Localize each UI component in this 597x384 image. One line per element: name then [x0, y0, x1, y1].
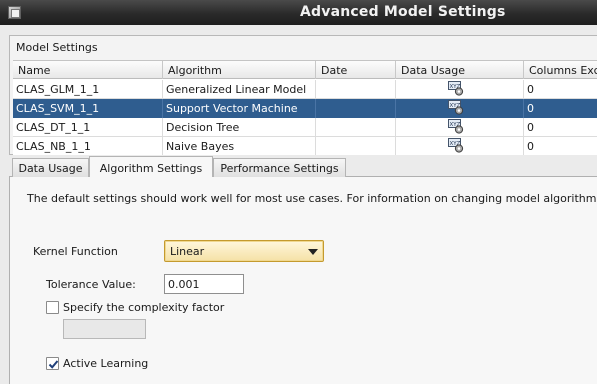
data-usage-cell: XYZ [396, 118, 524, 137]
kernel-function-value: Linear [170, 245, 205, 258]
complexity-factor-checkbox[interactable] [46, 301, 59, 314]
model-settings-table: Name Algorithm Date Data Usage Columns E… [13, 60, 597, 155]
tolerance-value-label: Tolerance Value: [46, 278, 136, 291]
column-header-data-usage[interactable]: Data Usage [396, 61, 524, 79]
kernel-function-label: Kernel Function [33, 245, 118, 258]
columns-excluded-cell: 0 [527, 83, 534, 96]
table-row[interactable]: CLAS_DT_1_1 Decision Tree XYZ 0 [13, 118, 597, 137]
data-usage-cell: XYZ [396, 99, 524, 118]
columns-excluded-cell: 0 [527, 102, 534, 115]
tab-algorithm-settings[interactable]: Algorithm Settings [89, 156, 213, 178]
algorithm-cell: Naive Bayes [163, 137, 316, 155]
tab-performance-settings[interactable]: Performance Settings [213, 158, 346, 177]
complexity-factor-label[interactable]: Specify the complexity factor [63, 301, 224, 314]
model-name-cell: CLAS_DT_1_1 [13, 118, 163, 137]
table-row[interactable]: CLAS_SVM_1_1 Support Vector Machine XYZ … [13, 99, 597, 118]
dropdown-arrow-icon[interactable] [308, 249, 318, 255]
tab-data-usage[interactable]: Data Usage [12, 158, 89, 177]
algorithm-cell: Support Vector Machine [163, 99, 316, 118]
column-header-date[interactable]: Date [316, 61, 396, 79]
data-usage-cell: XYZ [396, 137, 524, 155]
model-settings-panel: Model Settings Name Algorithm Date Data … [9, 35, 597, 155]
column-header-name[interactable]: Name [13, 61, 163, 79]
active-learning-label[interactable]: Active Learning [63, 357, 148, 370]
model-name-cell: CLAS_GLM_1_1 [13, 80, 163, 99]
complexity-factor-input [63, 319, 146, 339]
xyz-data-usage-icon[interactable]: XYZ [448, 138, 464, 153]
date-cell [316, 118, 396, 137]
kernel-function-dropdown[interactable]: Linear [164, 240, 324, 262]
column-header-columns-excluded[interactable]: Columns Exc [524, 61, 597, 79]
info-text: The default settings should work well fo… [27, 192, 597, 205]
window-title: Advanced Model Settings [300, 4, 506, 20]
columns-excluded-cell: 0 [527, 121, 534, 134]
algorithm-settings-panel: The default settings should work well fo… [9, 177, 597, 384]
date-cell [316, 137, 396, 155]
date-cell [316, 99, 396, 118]
tolerance-value-input[interactable]: 0.001 [164, 274, 244, 294]
app-window-icon[interactable] [8, 6, 21, 19]
active-learning-checkbox[interactable] [46, 357, 59, 370]
checkmark-icon [48, 360, 59, 369]
xyz-data-usage-icon[interactable]: XYZ [448, 81, 464, 96]
column-header-algorithm[interactable]: Algorithm [163, 61, 316, 79]
date-cell [316, 80, 396, 99]
table-row[interactable]: CLAS_NB_1_1 Naive Bayes XYZ 0 [13, 137, 597, 155]
model-name-cell: CLAS_NB_1_1 [13, 137, 163, 155]
settings-tabs: Data Usage Algorithm Settings Performanc… [9, 155, 597, 178]
model-settings-title: Model Settings [16, 41, 98, 54]
table-row[interactable]: CLAS_GLM_1_1 Generalized Linear Model XY… [13, 80, 597, 99]
table-header: Name Algorithm Date Data Usage Columns E… [13, 61, 597, 79]
xyz-data-usage-icon[interactable]: XYZ [448, 119, 464, 134]
data-usage-cell: XYZ [396, 80, 524, 99]
columns-excluded-cell: 0 [527, 140, 534, 153]
title-bar: Advanced Model Settings [0, 0, 597, 25]
model-name-cell: CLAS_SVM_1_1 [13, 99, 163, 118]
xyz-data-usage-icon[interactable]: XYZ [448, 100, 464, 115]
algorithm-cell: Generalized Linear Model [163, 80, 316, 99]
algorithm-cell: Decision Tree [163, 118, 316, 137]
